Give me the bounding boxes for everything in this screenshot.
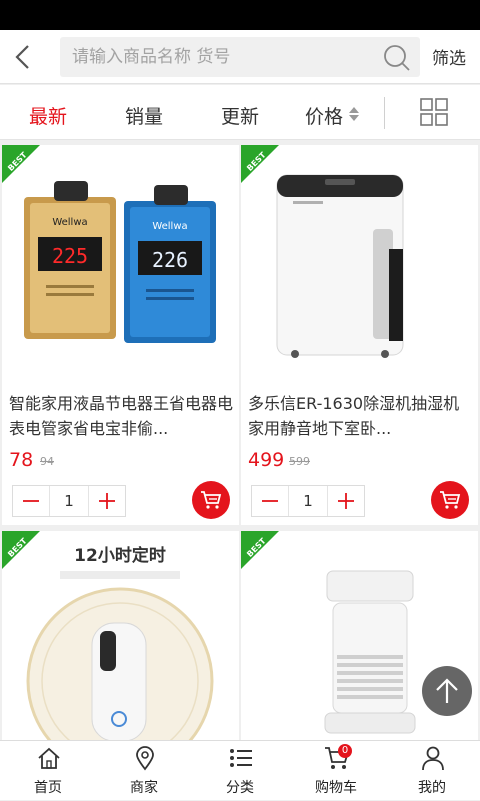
user-icon [422, 746, 444, 771]
nav-cart[interactable]: 购物车 [288, 741, 384, 801]
add-to-cart-button[interactable] [192, 481, 230, 519]
home-icon [38, 747, 60, 769]
quantity-value[interactable]: 1 [288, 486, 328, 516]
nav-home[interactable]: 首页 [0, 741, 96, 801]
status-bar [0, 0, 480, 30]
nav-category-label: 分类 [226, 780, 254, 796]
bottom-nav: 首页 商家 分类 购物车 我的 [0, 740, 480, 800]
product-title[interactable]: 智能家用液晶节电器王省电器电表电管家省电宝非偷... [9, 391, 235, 441]
best-tag: BEST [2, 145, 40, 183]
tab-price[interactable]: 价格 [305, 102, 343, 129]
product-price: 78 [9, 449, 34, 471]
quantity-stepper[interactable]: 1 [12, 485, 126, 517]
nav-home-label: 首页 [34, 780, 62, 796]
product-title[interactable]: 多乐信ER-1630除湿机抽湿机家用静音地下室卧... [248, 391, 474, 441]
device-display-a: 225 [52, 244, 88, 268]
original-price: 599 [289, 455, 310, 468]
minus-icon[interactable] [13, 486, 49, 516]
best-tag: BEST [2, 531, 40, 569]
plus-icon[interactable] [89, 486, 125, 516]
sort-bar: 最新 销量 更新 价格 [0, 85, 480, 140]
sort-divider [384, 97, 385, 129]
nav-merchants[interactable]: 商家 [96, 741, 192, 801]
tab-newest[interactable]: 最新 [29, 102, 67, 129]
back-arrow-icon [15, 45, 29, 69]
nav-profile-label: 我的 [418, 780, 446, 796]
add-to-cart-button[interactable] [431, 481, 469, 519]
search-icon[interactable] [382, 43, 412, 73]
search-header: 筛选 [0, 30, 480, 84]
search-input[interactable] [72, 37, 372, 77]
nav-merchants-label: 商家 [130, 780, 158, 796]
product-card[interactable]: 12小时定时 BEST [2, 531, 239, 740]
nav-category[interactable]: 分类 [192, 741, 288, 801]
original-price: 94 [40, 455, 54, 468]
arrow-up-icon [436, 678, 458, 703]
location-icon [136, 746, 154, 771]
sort-arrows-icon[interactable] [348, 105, 360, 123]
device-display-b: 226 [152, 248, 188, 272]
search-box[interactable] [60, 37, 420, 77]
scroll-to-top-button[interactable] [422, 666, 472, 716]
best-tag: BEST [241, 531, 279, 569]
cart-count-badge: 0 [338, 744, 352, 758]
tab-sales[interactable]: 销量 [125, 102, 163, 129]
grid-view-icon[interactable] [420, 98, 448, 126]
plus-icon[interactable] [328, 486, 364, 516]
product-card[interactable]: 225 Wellwa 226 Wellwa BEST 智能家用液晶节电器王省电器… [2, 145, 239, 525]
brand-label-b: Wellwa [152, 221, 187, 232]
cart-add-icon [201, 491, 222, 509]
cart-add-icon [440, 491, 461, 509]
filter-button[interactable]: 筛选 [432, 44, 466, 69]
back-button[interactable] [10, 40, 40, 74]
quantity-value[interactable]: 1 [49, 486, 89, 516]
brand-label-a: Wellwa [52, 217, 87, 228]
quantity-stepper[interactable]: 1 [251, 485, 365, 517]
product-card[interactable]: BEST 多乐信ER-1630除湿机抽湿机家用静音地下室卧... 499 599… [241, 145, 478, 525]
nav-cart-label: 购物车 [315, 780, 357, 796]
best-tag: BEST [241, 145, 279, 183]
minus-icon[interactable] [252, 486, 288, 516]
humidifier-timer-text: 12小时定时 [74, 545, 166, 566]
category-list-icon [230, 749, 252, 767]
nav-profile[interactable]: 我的 [384, 741, 480, 801]
product-price: 499 [248, 449, 285, 471]
tab-updated[interactable]: 更新 [221, 102, 259, 129]
